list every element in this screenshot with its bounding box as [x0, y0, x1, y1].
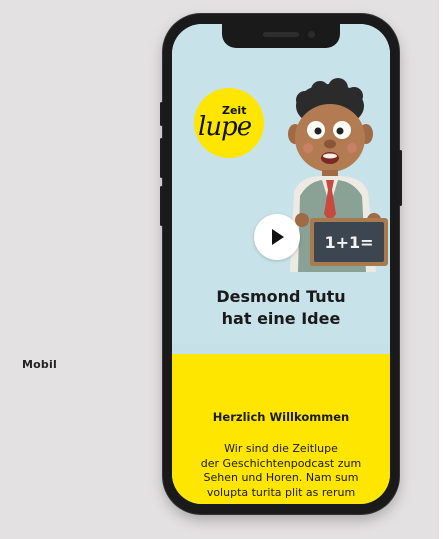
phone-screen: Zeit lupe 1+1= Desmond Tutu hat eine Ide… — [172, 24, 390, 504]
welcome-heading: Herzlich Willkommen — [212, 410, 350, 424]
story-title-line-2: hat eine Idee — [221, 309, 341, 328]
phone-mute-switch — [160, 102, 163, 126]
play-button[interactable] — [254, 214, 300, 260]
speaker-grille — [263, 32, 299, 37]
hero-section: Zeit lupe 1+1= Desmond Tutu hat eine Ide… — [172, 24, 390, 344]
device-label: Mobil — [22, 358, 57, 371]
welcome-line-3: Sehen und Horen. Nam sum — [203, 471, 359, 484]
phone-volume-down — [160, 186, 163, 226]
welcome-section: Herzlich Willkommen Wir sind die Zeitlup… — [172, 354, 390, 504]
story-title[interactable]: Desmond Tutu hat eine Idee — [172, 286, 390, 330]
phone-power-button — [399, 150, 402, 206]
logo-script-word: lupe — [198, 112, 252, 142]
story-title-line-1: Desmond Tutu — [216, 287, 346, 306]
phone-notch — [222, 24, 340, 48]
phone-mockup: Zeit lupe 1+1= Desmond Tutu hat eine Ide… — [160, 14, 402, 514]
welcome-line-4: volupta turita plit as rerum — [206, 485, 356, 499]
welcome-line-2: der Geschichtenpodcast zum — [200, 456, 362, 470]
front-camera — [308, 31, 315, 38]
welcome-description: Wir sind die Zeitlupe der Geschichtenpod… — [172, 442, 390, 500]
phone-volume-up — [160, 138, 163, 178]
chalkboard-text: 1+1= — [324, 233, 373, 252]
play-icon — [272, 229, 284, 245]
welcome-line-1: Wir sind die Zeitlupe — [224, 442, 338, 455]
zeitlupe-logo[interactable]: Zeit lupe — [194, 88, 264, 158]
